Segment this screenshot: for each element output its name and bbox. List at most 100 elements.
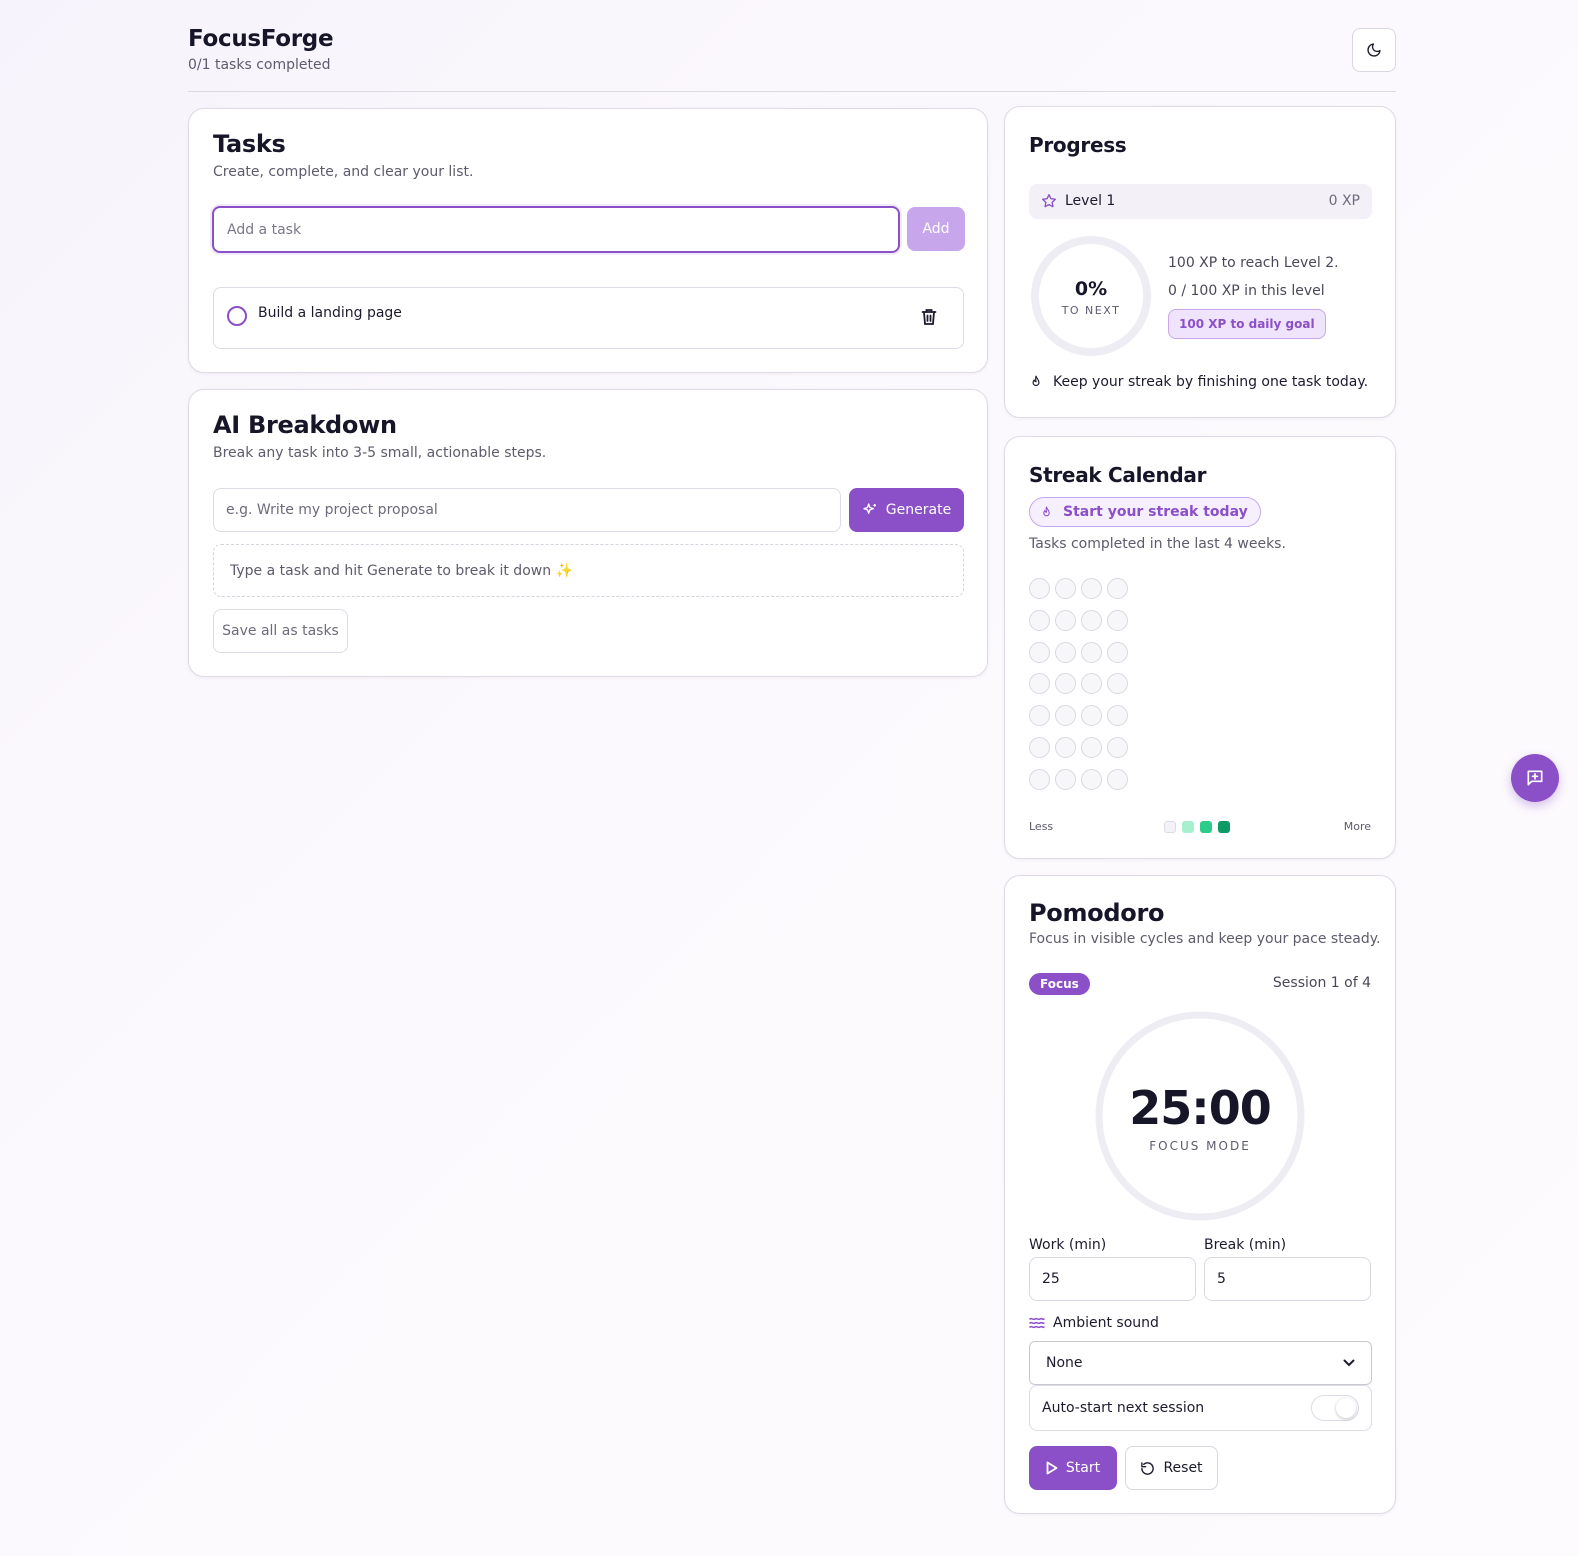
auto-start-toggle[interactable] <box>1311 1395 1359 1421</box>
tasks-title: Tasks <box>213 130 286 158</box>
chevron-down-icon <box>1343 1359 1355 1367</box>
moon-icon <box>1367 43 1381 57</box>
delete-task-button[interactable] <box>921 308 939 328</box>
ambient-sound-value: None <box>1046 1355 1083 1371</box>
streak-calendar-subtitle: Tasks completed in the last 4 weeks. <box>1029 536 1286 552</box>
chat-plus-icon <box>1527 770 1543 786</box>
level-label: Level 1 <box>1065 193 1116 209</box>
flame-icon <box>1043 506 1050 516</box>
ai-task-input[interactable]: e.g. Write my project proposal <box>213 488 841 532</box>
calendar-day <box>1029 768 1050 790</box>
calendar-day <box>1081 609 1102 631</box>
toggle-knob <box>1336 1398 1356 1418</box>
legend-swatches <box>1164 821 1230 833</box>
reset-label: Reset <box>1163 1460 1203 1476</box>
legend-more: More <box>1343 820 1371 833</box>
calendar-day <box>1029 737 1050 758</box>
calendar-day <box>1107 705 1128 727</box>
streak-hint-text: Keep your streak by finishing one task t… <box>1053 374 1369 390</box>
xp-value: 0 XP <box>1328 193 1360 209</box>
chat-assistant-button[interactable] <box>1511 754 1559 802</box>
calendar-day <box>1029 641 1050 663</box>
progress-card: Progress Level 1 0 XP 0% TO NEXT 100 XP … <box>1004 106 1396 418</box>
app-container: FocusForge 0/1 tasks completed Tasks Cre… <box>188 0 1396 1514</box>
task-text: Build a landing page <box>258 305 402 321</box>
star-icon <box>1042 194 1056 208</box>
reset-button[interactable]: Reset <box>1125 1446 1218 1490</box>
timer-display: 25:00 <box>1129 1081 1271 1135</box>
break-duration-label: Break (min) <box>1204 1237 1287 1253</box>
calendar-day <box>1055 641 1076 663</box>
task-item: Build a landing page <box>213 287 964 349</box>
calendar-day <box>1081 737 1102 758</box>
trash-icon <box>921 309 937 325</box>
generate-button[interactable]: Generate <box>849 488 964 532</box>
generate-label: Generate <box>885 502 952 518</box>
tasks-card: Tasks Create, complete, and clear your l… <box>188 108 988 373</box>
start-button[interactable]: Start <box>1029 1446 1117 1490</box>
ai-breakdown-placeholder: Type a task and hit Generate to break it… <box>213 544 964 597</box>
progress-title: Progress <box>1029 133 1127 157</box>
play-icon <box>1046 1461 1058 1475</box>
streak-status-badge: Start your streak today <box>1029 497 1261 527</box>
pomodoro-card: Pomodoro Focus in visible cycles and kee… <box>1004 875 1396 1514</box>
streak-calendar-card: Streak Calendar Start your streak today … <box>1004 436 1396 859</box>
legend-less: Less <box>1029 820 1054 833</box>
calendar-day <box>1081 768 1102 790</box>
work-duration-label: Work (min) <box>1029 1237 1107 1253</box>
legend-swatch <box>1200 821 1212 833</box>
level-bar: Level 1 0 XP <box>1029 184 1372 219</box>
pomodoro-title: Pomodoro <box>1029 899 1165 927</box>
streak-calendar-title: Streak Calendar <box>1029 463 1207 487</box>
daily-goal-badge: 100 XP to daily goal <box>1168 309 1326 339</box>
add-task-button[interactable]: Add <box>907 207 965 251</box>
auto-start-row: Auto-start next session <box>1029 1385 1372 1431</box>
theme-toggle-button[interactable] <box>1352 28 1396 72</box>
app-header: FocusForge 0/1 tasks completed <box>188 0 1396 92</box>
auto-start-label: Auto-start next session <box>1042 1400 1205 1416</box>
waves-icon <box>1029 1317 1045 1329</box>
calendar-day <box>1081 705 1102 727</box>
add-task-input[interactable]: Add a task <box>212 206 900 253</box>
streak-status-text: Start your streak today <box>1063 504 1248 520</box>
calendar-day <box>1081 578 1102 599</box>
timer-ring: 25:00 FOCUS MODE <box>1095 1011 1305 1221</box>
calendar-day <box>1055 578 1076 599</box>
legend-swatch <box>1164 821 1176 833</box>
session-counter: Session 1 of 4 <box>1272 975 1371 991</box>
calendar-day <box>1081 673 1102 695</box>
calendar-day <box>1081 641 1102 663</box>
reset-icon <box>1141 1461 1155 1475</box>
break-duration-input[interactable]: 5 <box>1204 1257 1371 1301</box>
calendar-day <box>1055 609 1076 631</box>
task-complete-checkbox[interactable] <box>227 306 247 326</box>
calendar-day <box>1029 673 1050 695</box>
calendar-day <box>1029 705 1050 727</box>
ring-percent: 0% <box>1074 278 1108 300</box>
calendar-day <box>1107 737 1128 758</box>
ambient-sound-text: Ambient sound <box>1053 1315 1159 1331</box>
ring-label: TO NEXT <box>1061 304 1121 317</box>
calendar-day <box>1029 609 1050 631</box>
tasks-subtitle: Create, complete, and clear your list. <box>213 164 474 180</box>
mode-badge: Focus <box>1029 973 1090 995</box>
calendar-day <box>1107 768 1128 790</box>
legend-swatch <box>1182 821 1194 833</box>
calendar-day <box>1055 705 1076 727</box>
save-all-tasks-button[interactable]: Save all as tasks <box>213 609 348 653</box>
start-label: Start <box>1065 1460 1101 1476</box>
work-duration-input[interactable]: 25 <box>1029 1257 1196 1301</box>
calendar-day <box>1029 578 1050 599</box>
flame-icon <box>1032 375 1040 387</box>
calendar-day <box>1107 609 1128 631</box>
calendar-day <box>1055 737 1076 758</box>
timer-mode-label: FOCUS MODE <box>1149 1139 1251 1153</box>
calendar-day <box>1055 768 1076 790</box>
app-title: FocusForge <box>188 26 334 52</box>
calendar-day <box>1107 641 1128 663</box>
calendar-day <box>1107 578 1128 599</box>
ai-breakdown-subtitle: Break any task into 3-5 small, actionabl… <box>213 445 547 461</box>
ai-breakdown-card: AI Breakdown Break any task into 3-5 sma… <box>188 389 988 677</box>
sparkles-icon <box>863 503 876 514</box>
ambient-sound-select[interactable]: None <box>1029 1341 1372 1385</box>
